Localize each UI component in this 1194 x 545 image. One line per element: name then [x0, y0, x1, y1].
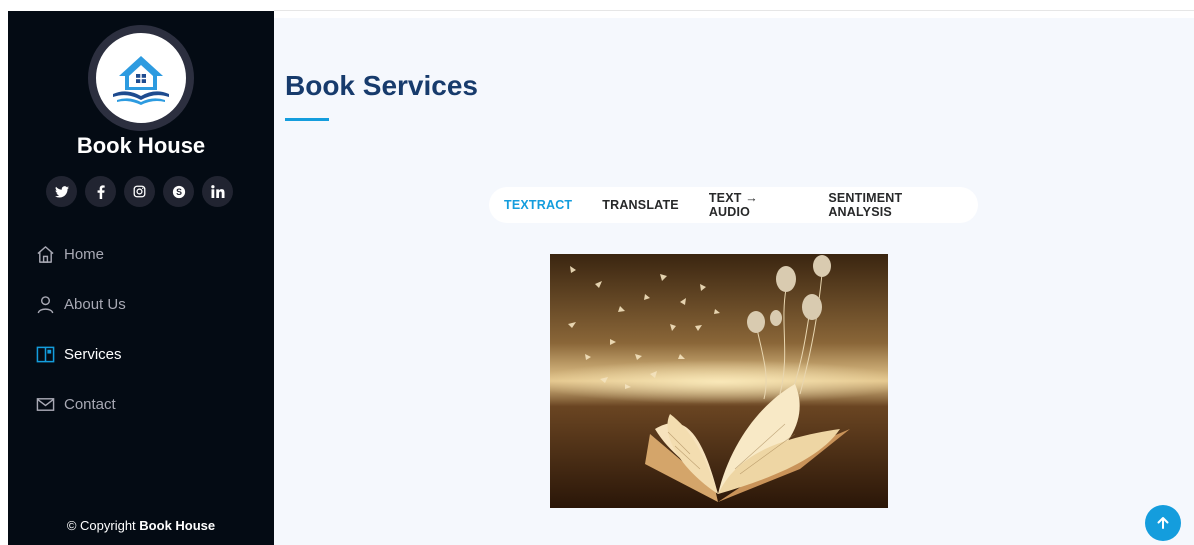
nav-label-home: Home — [64, 245, 105, 263]
book-half-icon — [36, 345, 55, 364]
open-book-birds-illustration — [550, 254, 888, 508]
copyright-brand: Book House — [139, 518, 216, 533]
nav-label-contact: Contact — [64, 395, 116, 413]
svg-text:S: S — [176, 187, 182, 197]
social-links: S — [46, 176, 233, 207]
main-nav: Home About Us Services Contact — [36, 241, 126, 441]
tab-textract[interactable]: TEXTRACT — [489, 198, 587, 212]
page-title: Book Services — [285, 70, 478, 101]
nav-item-services[interactable]: Services — [36, 341, 126, 367]
nav-item-contact[interactable]: Contact — [36, 391, 126, 417]
facebook-icon[interactable] — [85, 176, 116, 207]
back-to-top-button[interactable] — [1145, 505, 1181, 541]
service-tabs: TEXTRACT TRANSLATE TEXT → AUDIO SENTIMEN… — [489, 187, 978, 223]
nav-item-about[interactable]: About Us — [36, 291, 126, 317]
open-book-image — [550, 254, 888, 508]
sidebar: Book House S Home About Us Services Cont… — [8, 11, 274, 545]
title-underline — [285, 118, 329, 121]
top-divider — [274, 10, 1194, 11]
home-icon — [36, 245, 55, 264]
arrow-up-icon — [1157, 517, 1169, 529]
nav-label-services: Services — [64, 345, 122, 363]
nav-item-home[interactable]: Home — [36, 241, 126, 267]
tab-sentiment-analysis[interactable]: SENTIMENT ANALYSIS — [813, 191, 978, 219]
person-icon — [36, 295, 55, 314]
tab-translate[interactable]: TRANSLATE — [587, 198, 694, 212]
twitter-icon[interactable] — [46, 176, 77, 207]
copyright-prefix: © Copyright — [66, 518, 140, 533]
copyright: © Copyright Book House — [8, 518, 274, 533]
main-content: Book Services TEXTRACT TRANSLATE TEXT → … — [274, 18, 1194, 545]
tab-text-to-audio[interactable]: TEXT → AUDIO — [694, 191, 813, 219]
envelope-icon — [36, 395, 55, 414]
brand-name: Book House — [76, 133, 206, 158]
brand-logo[interactable] — [88, 25, 194, 131]
linkedin-icon[interactable] — [202, 176, 233, 207]
house-book-logo-icon — [113, 56, 169, 105]
instagram-icon[interactable] — [124, 176, 155, 207]
nav-label-about: About Us — [64, 295, 126, 313]
skype-icon[interactable]: S — [163, 176, 194, 207]
